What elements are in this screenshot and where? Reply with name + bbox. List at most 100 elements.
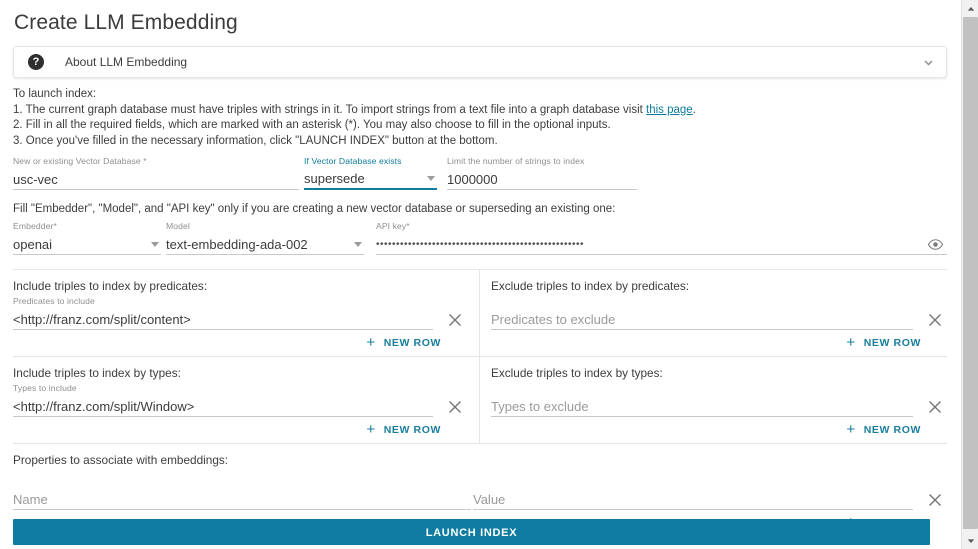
- instructions-heading: To launch index:: [13, 88, 97, 100]
- plus-icon: +: [366, 421, 376, 438]
- instructions-block: To launch index: 1. The current graph da…: [13, 87, 947, 149]
- include-types-inputline: Types to include <http://franz.com/split…: [13, 383, 467, 417]
- instructions-line-2: 2. Fill in all the required fields, whic…: [13, 119, 611, 131]
- exclude-types-new-row-label: NEW ROW: [863, 424, 921, 436]
- include-predicates-inputline: Predicates to include <http://franz.com/…: [13, 296, 467, 330]
- embedder-row: Embedder* openai Model text-embedding-ad…: [13, 221, 947, 255]
- property-name-input[interactable]: Name: [13, 489, 471, 510]
- api-key-field[interactable]: API key* •••••••••••••••••••••••••••••••…: [376, 221, 947, 255]
- exclude-predicates-field[interactable]: Predicates to exclude: [491, 296, 913, 330]
- plus-icon: +: [846, 421, 856, 438]
- app-viewport: Create LLM Embedding ? About LLM Embeddi…: [0, 0, 978, 549]
- page-title: Create LLM Embedding: [14, 11, 238, 34]
- property-name-placeholder: Name: [13, 491, 48, 507]
- types-row: Include triples to index by types: Types…: [13, 357, 947, 444]
- dropdown-arrow-icon: [354, 241, 362, 247]
- close-icon[interactable]: [443, 308, 467, 332]
- exclude-predicates-new-row-button[interactable]: + NEW ROW: [491, 334, 947, 351]
- include-predicates-panel: Include triples to index by predicates: …: [13, 270, 480, 356]
- exclude-predicates-new-row-label: NEW ROW: [863, 337, 921, 349]
- exclude-types-input[interactable]: Types to exclude: [491, 396, 913, 417]
- close-icon[interactable]: [923, 488, 947, 512]
- plus-icon: +: [366, 334, 376, 351]
- model-select[interactable]: text-embedding-ada-002: [166, 234, 364, 255]
- embedder-field[interactable]: Embedder* openai: [13, 221, 161, 255]
- exclude-types-panel: Exclude triples to index by types: Types…: [480, 357, 947, 443]
- exclude-types-new-row-button[interactable]: + NEW ROW: [491, 421, 947, 438]
- include-predicates-title: Include triples to index by predicates:: [13, 279, 208, 293]
- launch-index-button[interactable]: LAUNCH INDEX: [13, 519, 930, 545]
- if-vector-database-exists-select[interactable]: supersede: [304, 169, 437, 190]
- include-types-new-row-button[interactable]: + NEW ROW: [13, 421, 467, 438]
- include-predicates-label: Predicates to include: [13, 296, 95, 306]
- exclude-predicates-inputline: Predicates to exclude: [491, 296, 947, 330]
- include-types-panel: Include triples to index by types: Types…: [13, 357, 480, 443]
- include-predicates-input[interactable]: <http://franz.com/split/content>: [13, 309, 433, 330]
- plus-icon: +: [846, 334, 856, 351]
- include-types-value: <http://franz.com/split/Window>: [13, 398, 195, 414]
- model-value: text-embedding-ada-002: [166, 236, 308, 252]
- exclude-predicates-panel: Exclude triples to index by predicates: …: [480, 270, 947, 356]
- close-icon[interactable]: [443, 395, 467, 419]
- help-circle-icon: ?: [28, 54, 44, 70]
- properties-panel: Properties to associate with embeddings:…: [13, 444, 947, 530]
- include-types-label: Types to include: [13, 383, 77, 393]
- vector-database-label: New or existing Vector Database *: [13, 156, 147, 166]
- include-types-new-row-label: NEW ROW: [383, 424, 441, 436]
- this-page-link[interactable]: this page: [646, 104, 693, 116]
- vertical-scrollbar[interactable]: [961, 0, 978, 549]
- instructions-line-1-pre: 1. The current graph database must have …: [13, 103, 647, 116]
- eye-icon[interactable]: [927, 236, 944, 253]
- exclude-predicates-title: Exclude triples to index by predicates:: [491, 279, 690, 293]
- vector-database-row: New or existing Vector Database * usc-ve…: [13, 156, 947, 190]
- api-key-label: API key*: [376, 221, 410, 231]
- properties-title: Properties to associate with embeddings:: [13, 453, 229, 467]
- close-icon[interactable]: [923, 308, 947, 332]
- vector-database-input[interactable]: usc-vec: [13, 169, 299, 190]
- include-predicates-new-row-button[interactable]: + NEW ROW: [13, 334, 467, 351]
- embedder-label: Embedder*: [13, 221, 57, 231]
- instructions-line-1: 1. The current graph database must have …: [13, 103, 947, 119]
- if-vector-database-exists-field[interactable]: If Vector Database exists supersede: [304, 156, 437, 190]
- include-types-field[interactable]: Types to include <http://franz.com/split…: [13, 383, 433, 417]
- exclude-predicates-input[interactable]: Predicates to exclude: [491, 309, 913, 330]
- embedder-value: openai: [13, 236, 53, 252]
- include-predicates-value: <http://franz.com/split/content>: [13, 311, 191, 327]
- close-icon[interactable]: [923, 395, 947, 419]
- create-llm-embedding-page: Create LLM Embedding ? About LLM Embeddi…: [0, 0, 961, 549]
- if-vector-database-exists-label: If Vector Database exists: [304, 156, 402, 166]
- property-value-field[interactable]: Value: [473, 476, 913, 510]
- embedder-select[interactable]: openai: [13, 234, 161, 255]
- include-predicates-new-row-label: NEW ROW: [383, 337, 441, 349]
- model-field[interactable]: Model text-embedding-ada-002: [166, 221, 364, 255]
- accordion-label: About LLM Embedding: [65, 55, 188, 69]
- model-label: Model: [166, 221, 190, 231]
- limit-strings-input[interactable]: 1000000: [447, 169, 637, 190]
- scroll-up-arrow-icon[interactable]: [962, 0, 978, 17]
- about-llm-embedding-accordion[interactable]: ? About LLM Embedding: [13, 46, 947, 78]
- limit-strings-field[interactable]: Limit the number of strings to index 100…: [447, 156, 637, 190]
- vector-database-value: usc-vec: [13, 171, 58, 187]
- scroll-down-arrow-icon[interactable]: [962, 532, 978, 549]
- include-types-title: Include triples to index by types:: [13, 366, 181, 380]
- property-value-placeholder: Value: [473, 491, 506, 507]
- chevron-down-icon[interactable]: [923, 57, 934, 68]
- if-vector-database-exists-value: supersede: [304, 171, 365, 186]
- include-predicates-field[interactable]: Predicates to include <http://franz.com/…: [13, 296, 433, 330]
- property-name-field[interactable]: Name: [13, 476, 471, 510]
- exclude-types-title: Exclude triples to index by types:: [491, 366, 663, 380]
- api-key-value: ••••••••••••••••••••••••••••••••••••••••…: [376, 238, 585, 250]
- include-types-input[interactable]: <http://franz.com/split/Window>: [13, 396, 433, 417]
- api-key-input[interactable]: ••••••••••••••••••••••••••••••••••••••••…: [376, 234, 947, 255]
- scrollbar-thumb[interactable]: [963, 17, 978, 529]
- launch-index-wrap: LAUNCH INDEX: [13, 519, 930, 545]
- limit-strings-value: 1000000: [447, 171, 498, 187]
- exclude-types-field[interactable]: Types to exclude: [491, 383, 913, 417]
- triples-grid: Include triples to index by predicates: …: [13, 269, 947, 444]
- property-value-input[interactable]: Value: [473, 489, 913, 510]
- instructions-line-3: 3. Once you've filled in the necessary i…: [13, 134, 498, 147]
- predicates-row: Include triples to index by predicates: …: [13, 270, 947, 357]
- exclude-predicates-placeholder: Predicates to exclude: [491, 311, 616, 327]
- vector-database-field[interactable]: New or existing Vector Database * usc-ve…: [13, 156, 299, 190]
- embedder-helper-text: Fill "Embedder", "Model", and "API key" …: [13, 203, 616, 215]
